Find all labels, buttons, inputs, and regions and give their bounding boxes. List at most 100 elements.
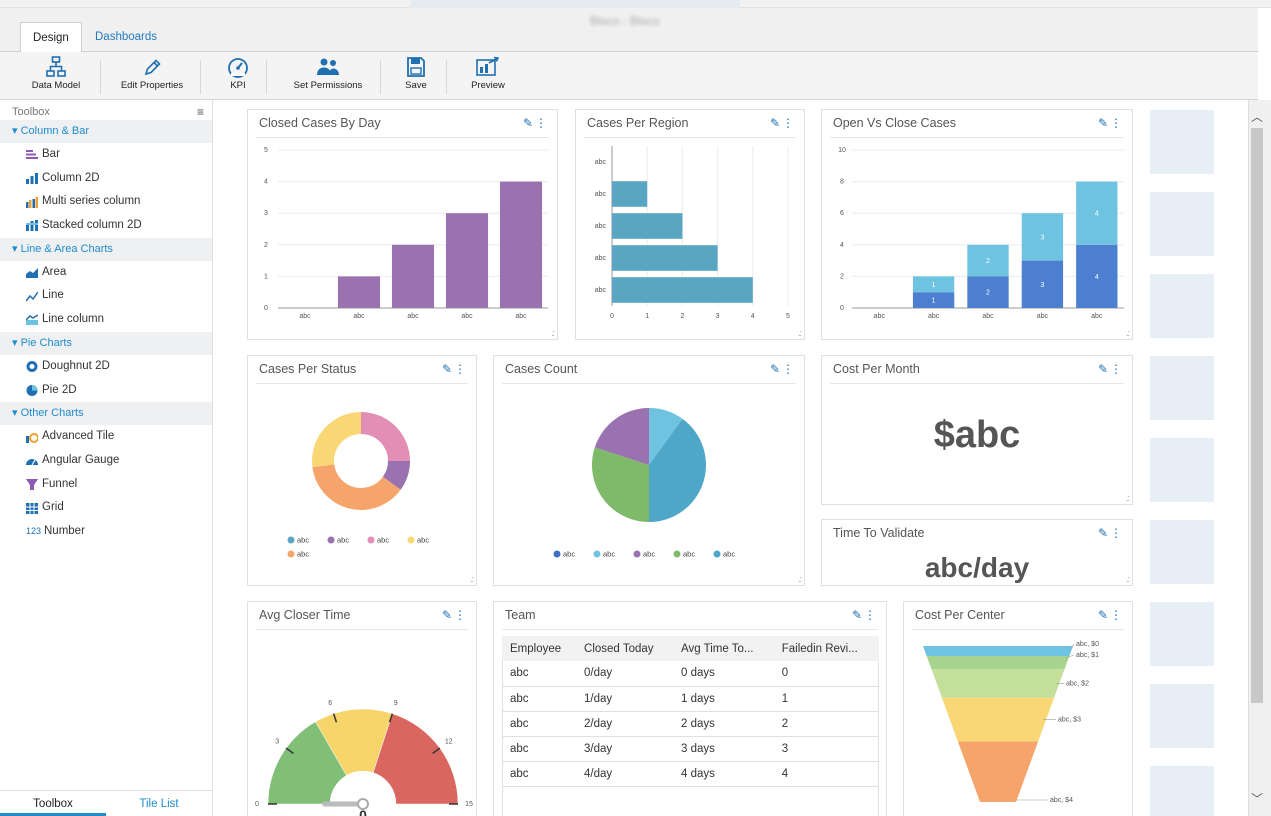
- tile-cost-per-center[interactable]: Cost Per Center ✎ ⋮ abc, $0 abc, $1 abc, $…: [903, 601, 1133, 816]
- scrollbar-thumb[interactable]: [1251, 128, 1263, 703]
- group-other-charts[interactable]: ▾ Other Charts: [0, 402, 212, 426]
- hamburger-menu-icon[interactable]: ≡: [197, 105, 204, 119]
- group-line-area[interactable]: ▾ Line & Area Charts: [0, 237, 212, 261]
- toolbox-item-angular-gauge[interactable]: Angular Gauge: [0, 449, 212, 473]
- toolbox-item-stacked-column[interactable]: Stacked column 2D: [0, 214, 212, 238]
- tile-divider: [830, 383, 1124, 384]
- resize-handle-icon[interactable]: .:: [551, 329, 555, 338]
- table-row[interactable]: abc 2/day 2 days 2: [502, 711, 879, 737]
- toolbox-item-funnel[interactable]: Funnel: [0, 473, 212, 497]
- kpi-button[interactable]: KPI: [220, 54, 256, 98]
- edit-pencil-icon[interactable]: ✎: [1098, 362, 1108, 376]
- y-tick-label: abc: [595, 255, 607, 262]
- resize-handle-icon[interactable]: .:: [1126, 329, 1130, 338]
- tile-placeholder[interactable]: [1150, 192, 1214, 256]
- toolbox-item-line-column[interactable]: Line column: [0, 308, 212, 332]
- x-tick-label: abc: [299, 313, 311, 320]
- edit-pencil-icon[interactable]: ✎: [1098, 526, 1108, 540]
- column-header[interactable]: Closed Today: [576, 636, 674, 661]
- column-header[interactable]: Employee: [502, 636, 577, 661]
- more-options-icon[interactable]: ⋮: [864, 608, 876, 622]
- toolbox-item-doughnut-2d[interactable]: Doughnut 2D: [0, 355, 212, 379]
- more-options-icon[interactable]: ⋮: [454, 608, 466, 622]
- resize-handle-icon[interactable]: .:: [798, 329, 802, 338]
- vertical-scrollbar[interactable]: ︿ ﹀: [1248, 100, 1271, 816]
- set-permissions-button[interactable]: Set Permissions: [286, 54, 370, 98]
- tile-placeholder[interactable]: [1150, 110, 1214, 174]
- toolbox-item-advanced-tile[interactable]: Advanced Tile: [0, 425, 212, 449]
- group-column-bar[interactable]: ▾ Column & Bar: [0, 120, 212, 143]
- edit-pencil-icon[interactable]: ✎: [770, 362, 780, 376]
- data-model-button[interactable]: Data Model: [22, 54, 90, 98]
- resize-handle-icon[interactable]: .:: [1126, 575, 1130, 584]
- toolbox-item-pie-2d[interactable]: Pie 2D: [0, 379, 212, 403]
- scroll-up-icon[interactable]: ︿: [1251, 108, 1263, 125]
- table-cell: 2 days: [673, 711, 774, 737]
- tile-cases-per-region[interactable]: Cases Per Region ✎ ⋮ 0 1 2 3 4 5 abc abc abc abc a…: [575, 109, 805, 340]
- tile-placeholder[interactable]: [1150, 602, 1214, 666]
- toolbox-item-column-2d[interactable]: Column 2D: [0, 167, 212, 191]
- advanced-tile-icon: [26, 432, 38, 443]
- funnel-label: abc, $0: [1076, 641, 1099, 648]
- tile-divider: [502, 383, 796, 384]
- table-row[interactable]: abc 0/day 0 days 0: [502, 661, 879, 687]
- more-options-icon[interactable]: ⋮: [782, 362, 794, 376]
- tab-toolbox[interactable]: Toolbox: [0, 791, 106, 816]
- tab-tile-list[interactable]: Tile List: [106, 791, 212, 816]
- toolbox-item-line[interactable]: Line: [0, 284, 212, 308]
- tile-avg-closer-time[interactable]: Avg Closer Time ✎ ⋮ 0 3 6 9 12 15 0: [247, 601, 477, 816]
- tile-open-vs-close[interactable]: Open Vs Close Cases ✎ ⋮ 0 2 4 6 8 10 abc 1 1 abc 2…: [821, 109, 1133, 340]
- edit-pencil-icon[interactable]: ✎: [442, 608, 452, 622]
- toolbox-item-multi-series-column[interactable]: Multi series column: [0, 190, 212, 214]
- more-options-icon[interactable]: ⋮: [454, 362, 466, 376]
- tile-placeholder[interactable]: [1150, 520, 1214, 584]
- tile-closed-cases-by-day[interactable]: Closed Cases By Day ✎ ⋮ 0 1 2 3 4 5 abc abc abc a…: [247, 109, 558, 340]
- preview-button[interactable]: Preview: [466, 54, 510, 98]
- tile-cases-per-status[interactable]: Cases Per Status ✎ ⋮ abc abc abc abc abc .:: [247, 355, 477, 586]
- tile-placeholder[interactable]: [1150, 684, 1214, 748]
- item-label: Column 2D: [42, 171, 100, 184]
- bar-chart-icon: [26, 150, 38, 160]
- more-options-icon[interactable]: ⋮: [782, 116, 794, 130]
- toolbox-item-bar[interactable]: Bar: [0, 143, 212, 167]
- tile-placeholder[interactable]: [1150, 766, 1214, 816]
- tile-placeholder[interactable]: [1150, 438, 1214, 502]
- edit-pencil-icon[interactable]: ✎: [852, 608, 862, 622]
- more-options-icon[interactable]: ⋮: [1110, 608, 1122, 622]
- edit-properties-button[interactable]: Edit Properties: [112, 54, 192, 98]
- more-options-icon[interactable]: ⋮: [535, 116, 547, 130]
- group-label: Column & Bar: [20, 125, 90, 137]
- toolbox-item-grid[interactable]: Grid: [0, 496, 212, 520]
- y-tick-label: 0: [264, 305, 268, 312]
- more-options-icon[interactable]: ⋮: [1110, 116, 1122, 130]
- table-row[interactable]: abc 3/day 3 days 3: [502, 736, 879, 762]
- tile-cases-count[interactable]: Cases Count ✎ ⋮ abc abc abc abc abc .:: [493, 355, 805, 586]
- edit-pencil-icon[interactable]: ✎: [1098, 608, 1108, 622]
- tile-placeholder[interactable]: [1150, 356, 1214, 420]
- funnel-stage: [923, 646, 1073, 656]
- resize-handle-icon[interactable]: .:: [798, 575, 802, 584]
- scroll-down-icon[interactable]: ﹀: [1251, 790, 1263, 807]
- edit-pencil-icon[interactable]: ✎: [1098, 116, 1108, 130]
- toolbox-item-number[interactable]: 123 Number: [0, 520, 212, 544]
- edit-pencil-icon[interactable]: ✎: [770, 116, 780, 130]
- resize-handle-icon[interactable]: .:: [470, 575, 474, 584]
- tile-cost-per-month[interactable]: Cost Per Month ✎ ⋮ $abc .:: [821, 355, 1133, 505]
- more-options-icon[interactable]: ⋮: [1110, 362, 1122, 376]
- save-button[interactable]: Save: [400, 54, 432, 98]
- tab-dashboards[interactable]: Dashboards: [83, 22, 169, 52]
- tile-team[interactable]: Team ✎ ⋮ Employee Closed Today Avg Time …: [493, 601, 887, 816]
- tile-time-to-validate[interactable]: Time To Validate ✎ ⋮ abc/day .:: [821, 519, 1133, 586]
- table-row[interactable]: abc 4/day 4 days 4: [502, 761, 879, 787]
- tile-placeholder[interactable]: [1150, 274, 1214, 338]
- toolbox-item-area[interactable]: Area: [0, 261, 212, 285]
- table-row[interactable]: abc 1/day 1 days 1: [502, 686, 879, 712]
- column-header[interactable]: Failedin Revi...: [773, 636, 879, 661]
- more-options-icon[interactable]: ⋮: [1110, 526, 1122, 540]
- edit-pencil-icon[interactable]: ✎: [442, 362, 452, 376]
- group-pie-charts[interactable]: ▾ Pie Charts: [0, 331, 212, 355]
- column-header[interactable]: Avg Time To...: [673, 636, 774, 661]
- resize-handle-icon[interactable]: .:: [1126, 494, 1130, 503]
- edit-pencil-icon[interactable]: ✎: [523, 116, 533, 130]
- tab-design[interactable]: Design: [20, 22, 82, 53]
